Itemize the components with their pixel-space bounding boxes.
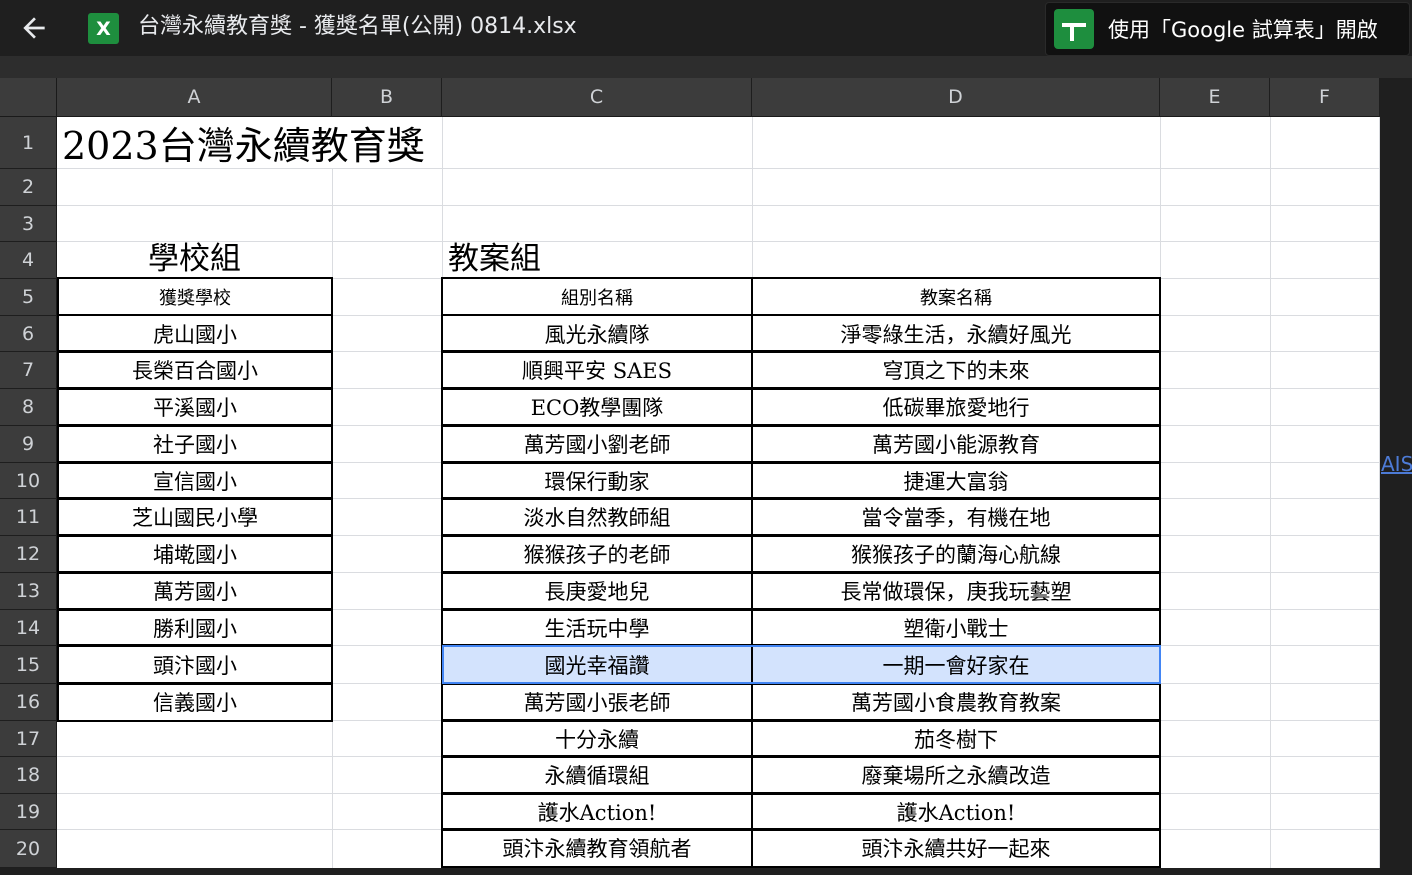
plan-cell[interactable]: 塑衛小戰士 <box>751 608 1161 647</box>
plan-cell[interactable]: 護水Action! <box>751 792 1161 831</box>
row-header-9[interactable]: 9 <box>0 426 57 463</box>
toolbar-band <box>0 56 1412 78</box>
team-cell[interactable]: 十分永續 <box>441 719 753 758</box>
spreadsheet-grid: A B C D E F 1 2 3 4 5 6 7 8 9 10 11 12 1… <box>0 78 1380 868</box>
row-header-16[interactable]: 16 <box>0 684 57 721</box>
team-cell[interactable]: 順興平安 SAES <box>441 350 753 390</box>
cell-area[interactable]: 2023台灣永續教育獎 學校組 教案組 獲獎學校 虎山國小 長榮百合國小 平溪國… <box>57 117 1380 868</box>
plan-cell[interactable]: 一期一會好家在 <box>751 644 1161 685</box>
plan-cell[interactable]: 萬芳國小能源教育 <box>751 424 1161 464</box>
bottom-edge <box>0 868 1412 875</box>
row-header-4[interactable]: 4 <box>0 242 57 279</box>
lesson-team-header[interactable]: 組別名稱 <box>441 277 753 316</box>
school-column-header[interactable]: 獲獎學校 <box>57 277 333 316</box>
row-header-8[interactable]: 8 <box>0 389 57 426</box>
team-cell[interactable]: 萬芳國小劉老師 <box>441 424 753 464</box>
school-cell[interactable]: 宣信國小 <box>57 461 333 500</box>
open-button-label: 使用「Google 試算表」開啟 <box>1108 18 1378 42</box>
row-header-11[interactable]: 11 <box>0 499 57 536</box>
team-cell[interactable]: 長庚愛地兒 <box>441 571 753 611</box>
row-header-20[interactable]: 20 <box>0 830 57 868</box>
arrow-left-icon <box>23 17 45 39</box>
team-cell[interactable]: 頭汴永續教育領航者 <box>441 828 753 868</box>
column-header-b[interactable]: B <box>332 78 442 117</box>
school-cell[interactable]: 頭汴國小 <box>57 644 333 685</box>
plan-cell[interactable]: 淨零綠生活，永續好風光 <box>751 314 1161 353</box>
lesson-plan-header[interactable]: 教案名稱 <box>751 277 1161 316</box>
team-cell[interactable]: 淡水自然教師組 <box>441 497 753 537</box>
school-cell[interactable]: 勝利國小 <box>57 608 333 647</box>
row-header-19[interactable]: 19 <box>0 794 57 830</box>
school-cell[interactable]: 長榮百合國小 <box>57 350 333 390</box>
school-cell[interactable]: 埔墘國小 <box>57 534 333 574</box>
gridline <box>57 205 1380 206</box>
team-cell[interactable]: 萬芳國小張老師 <box>441 682 753 722</box>
row-header-12[interactable]: 12 <box>0 536 57 573</box>
column-header-d[interactable]: D <box>752 78 1160 117</box>
row-header-1[interactable]: 1 <box>0 117 57 169</box>
lesson-group-heading[interactable]: 教案組 <box>442 241 752 278</box>
plan-cell[interactable]: 長常做環保，庚我玩藝塑 <box>751 571 1161 611</box>
row-header-15[interactable]: 15 <box>0 646 57 684</box>
top-bar: X 台灣永續教育獎 - 獲獎名單(公開) 0814.xlsx 使用「Google… <box>0 0 1412 56</box>
row-header-13[interactable]: 13 <box>0 573 57 610</box>
row-header-3[interactable]: 3 <box>0 206 57 242</box>
team-cell[interactable]: 環保行動家 <box>441 461 753 500</box>
team-cell[interactable]: 國光幸福讚 <box>441 644 753 685</box>
team-cell[interactable]: 猴猴孩子的老師 <box>441 534 753 574</box>
row-header-18[interactable]: 18 <box>0 757 57 794</box>
plan-cell[interactable]: 茄冬樹下 <box>751 719 1161 758</box>
plan-cell[interactable]: 萬芳國小食農教育教案 <box>751 682 1161 722</box>
back-button[interactable] <box>14 8 54 48</box>
school-group-heading[interactable]: 學校組 <box>57 241 332 278</box>
plan-cell[interactable]: 低碳畢旅愛地行 <box>751 387 1161 427</box>
select-all-corner[interactable] <box>0 78 57 117</box>
google-sheets-icon <box>1054 9 1094 49</box>
row-header-10[interactable]: 10 <box>0 463 57 499</box>
row-header-6[interactable]: 6 <box>0 316 57 352</box>
school-cell[interactable]: 萬芳國小 <box>57 571 333 611</box>
open-with-google-sheets-button[interactable]: 使用「Google 試算表」開啟 <box>1045 2 1410 56</box>
school-cell[interactable]: 社子國小 <box>57 424 333 464</box>
excel-file-icon: X <box>88 13 119 44</box>
column-header-f[interactable]: F <box>1270 78 1380 117</box>
team-cell[interactable]: 風光永續隊 <box>441 314 753 353</box>
column-header-c[interactable]: C <box>442 78 752 117</box>
plan-cell[interactable]: 當令當季，有機在地 <box>751 497 1161 537</box>
row-header-7[interactable]: 7 <box>0 352 57 389</box>
plan-cell[interactable]: 廢棄場所之永續改造 <box>751 755 1161 795</box>
school-cell[interactable]: 虎山國小 <box>57 314 333 353</box>
file-name: 台灣永續教育獎 - 獲獎名單(公開) 0814.xlsx <box>138 14 577 39</box>
plan-cell[interactable]: 捷運大富翁 <box>751 461 1161 500</box>
column-header-a[interactable]: A <box>57 78 332 117</box>
school-cell[interactable]: 平溪國小 <box>57 387 333 427</box>
sheet-title[interactable]: 2023台灣永續教育獎 <box>57 117 442 168</box>
school-cell[interactable]: 芝山國民小學 <box>57 497 333 537</box>
side-link[interactable]: AIS <box>1381 452 1412 476</box>
school-cell[interactable]: 信義國小 <box>57 682 333 722</box>
row-header-2[interactable]: 2 <box>0 169 57 206</box>
plan-cell[interactable]: 穹頂之下的未來 <box>751 350 1161 390</box>
row-header-5[interactable]: 5 <box>0 279 57 316</box>
row-header-17[interactable]: 17 <box>0 721 57 757</box>
team-cell[interactable]: 護水Action! <box>441 792 753 831</box>
team-cell[interactable]: ECO教學團隊 <box>441 387 753 427</box>
team-cell[interactable]: 永續循環組 <box>441 755 753 795</box>
column-header-e[interactable]: E <box>1160 78 1270 117</box>
team-cell[interactable]: 生活玩中學 <box>441 608 753 647</box>
row-header-14[interactable]: 14 <box>0 610 57 646</box>
plan-cell[interactable]: 頭汴永續共好一起來 <box>751 828 1161 868</box>
plan-cell[interactable]: 猴猴孩子的蘭海心航線 <box>751 534 1161 574</box>
